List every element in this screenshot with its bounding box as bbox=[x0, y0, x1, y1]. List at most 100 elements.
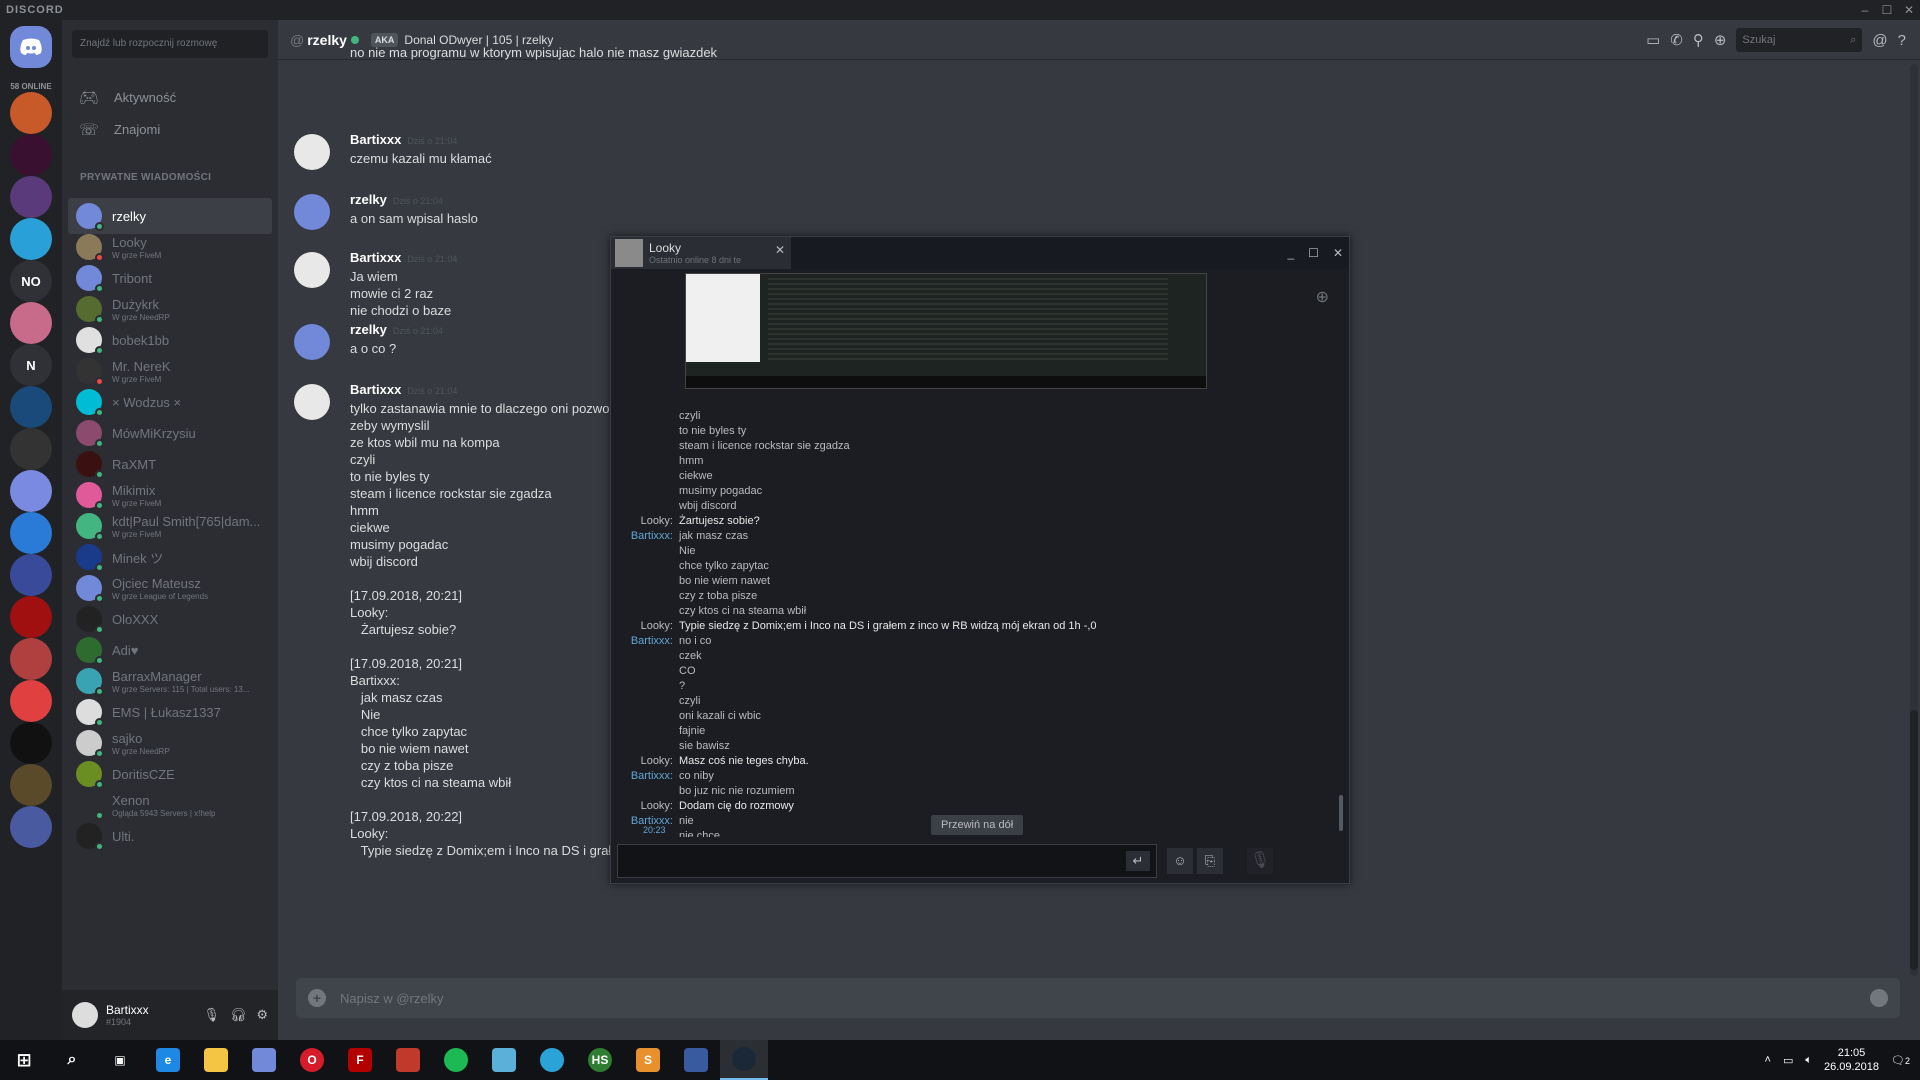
gear-icon[interactable]: ⚙ bbox=[256, 1007, 268, 1023]
minimize-icon[interactable]: – bbox=[1854, 3, 1876, 17]
upload-icon[interactable]: + bbox=[308, 989, 326, 1007]
scrollbar-thumb[interactable] bbox=[1910, 710, 1918, 970]
steam-message-sender[interactable]: Looky: bbox=[611, 514, 679, 529]
telegram-icon[interactable] bbox=[528, 1040, 576, 1080]
network-icon[interactable]: ▭ bbox=[1783, 1054, 1793, 1067]
emoji-icon[interactable] bbox=[1870, 989, 1888, 1007]
phone-icon[interactable]: ✆ bbox=[1670, 31, 1683, 49]
maximize-icon[interactable]: ☐ bbox=[1308, 246, 1319, 260]
help-icon[interactable]: ? bbox=[1898, 32, 1906, 49]
close-icon[interactable]: ✕ bbox=[1898, 3, 1920, 17]
steam-message-sender[interactable]: Bartixxx: bbox=[611, 769, 679, 784]
server-icon[interactable] bbox=[10, 680, 52, 722]
video-call-icon[interactable]: ▭ bbox=[1646, 31, 1660, 49]
emoji-icon[interactable]: ☺ bbox=[1167, 848, 1193, 874]
app-icon[interactable] bbox=[384, 1040, 432, 1080]
app-icon[interactable]: HS bbox=[576, 1040, 624, 1080]
search-icon[interactable]: ⌕ bbox=[48, 1040, 96, 1080]
server-icon[interactable] bbox=[10, 134, 52, 176]
server-icon[interactable] bbox=[10, 218, 52, 260]
steam-message-sender[interactable] bbox=[611, 694, 679, 709]
filezilla-icon[interactable]: F bbox=[336, 1040, 384, 1080]
steam-message-sender[interactable] bbox=[611, 649, 679, 664]
steam-message-input[interactable]: ↵ bbox=[617, 844, 1157, 878]
steam-message-sender[interactable] bbox=[611, 784, 679, 799]
steam-message-sender[interactable] bbox=[611, 679, 679, 694]
server-icon[interactable]: NO bbox=[10, 260, 52, 302]
steam-message-sender[interactable]: Looky: bbox=[611, 754, 679, 769]
nav-friends[interactable]: ☏ Znajomi bbox=[68, 112, 272, 146]
steam-message-sender[interactable] bbox=[611, 409, 679, 424]
headphones-icon[interactable]: 🎧︎ bbox=[230, 1007, 247, 1023]
pin-icon[interactable]: ⚲ bbox=[1693, 31, 1704, 49]
jump-to-bottom-button[interactable]: Przewiń na dół bbox=[931, 815, 1024, 835]
dm-search-input[interactable]: Znajdź lub rozpocznij rozmowę bbox=[72, 30, 268, 58]
steam-message-sender[interactable]: Bartixxx: bbox=[611, 634, 679, 649]
mentions-icon[interactable]: @ bbox=[1872, 32, 1887, 49]
nav-activity[interactable]: 🎮︎ Aktywność bbox=[68, 80, 272, 114]
scrollbar-thumb[interactable] bbox=[1339, 795, 1343, 831]
server-icon[interactable] bbox=[10, 512, 52, 554]
add-friend-icon[interactable]: ⊕ bbox=[1714, 31, 1727, 49]
server-icon[interactable] bbox=[10, 764, 52, 806]
maximize-icon[interactable]: ☐ bbox=[1876, 3, 1898, 17]
steam-message-sender[interactable] bbox=[611, 724, 679, 739]
avatar[interactable] bbox=[72, 1002, 98, 1028]
opera-icon[interactable]: O bbox=[288, 1040, 336, 1080]
steam-message-sender[interactable] bbox=[611, 589, 679, 604]
avatar[interactable] bbox=[294, 134, 330, 170]
spotify-icon[interactable] bbox=[432, 1040, 480, 1080]
steam-message-sender[interactable] bbox=[611, 439, 679, 454]
steam-message-sender[interactable] bbox=[611, 709, 679, 724]
chevron-up-icon[interactable]: ˄ bbox=[1765, 1054, 1771, 1066]
server-icon[interactable] bbox=[10, 92, 52, 134]
send-icon[interactable]: ↵ bbox=[1126, 851, 1150, 871]
steam-message-sender[interactable] bbox=[611, 484, 679, 499]
screenshot-image[interactable] bbox=[685, 273, 1207, 389]
message-author[interactable]: Bartixxx bbox=[350, 132, 401, 147]
message-author[interactable]: rzelky bbox=[350, 192, 387, 207]
app-icon[interactable] bbox=[240, 1040, 288, 1080]
avatar[interactable] bbox=[294, 194, 330, 230]
message-author[interactable]: Bartixxx bbox=[350, 382, 401, 397]
message-composer[interactable]: + Napisz w @rzelky bbox=[296, 978, 1900, 1018]
steam-message-sender[interactable]: Looky: bbox=[611, 799, 679, 814]
steam-message-sender[interactable] bbox=[611, 739, 679, 754]
steam-message-sender[interactable] bbox=[611, 574, 679, 589]
steam-message-sender[interactable] bbox=[611, 454, 679, 469]
steam-message-sender[interactable] bbox=[611, 499, 679, 514]
minimize-icon[interactable]: _ bbox=[1287, 246, 1294, 260]
steam-icon[interactable] bbox=[720, 1040, 768, 1080]
file-explorer-icon[interactable] bbox=[192, 1040, 240, 1080]
avatar[interactable] bbox=[294, 384, 330, 420]
server-icon[interactable] bbox=[10, 554, 52, 596]
steam-chat-tab[interactable]: Looky Ostatnio online 8 dni te ✕ bbox=[611, 237, 791, 269]
search-input[interactable]: Szukaj ⌕ bbox=[1736, 28, 1863, 52]
steam-message-sender[interactable] bbox=[611, 544, 679, 559]
steam-message-sender[interactable]: Bartixxx: bbox=[611, 529, 679, 544]
message-author[interactable]: rzelky bbox=[350, 322, 387, 337]
close-tab-icon[interactable]: ✕ bbox=[775, 243, 785, 257]
attachment-icon[interactable]: ⎘ bbox=[1197, 848, 1223, 874]
server-icon[interactable] bbox=[10, 470, 52, 512]
message-author[interactable]: Bartixxx bbox=[350, 250, 401, 265]
server-icon[interactable] bbox=[10, 428, 52, 470]
server-icon[interactable] bbox=[10, 806, 52, 848]
microphone-icon[interactable]: 🎙︎ bbox=[203, 1007, 220, 1023]
volume-icon[interactable]: 🔈︎ bbox=[1805, 1054, 1812, 1067]
server-icon[interactable] bbox=[10, 722, 52, 764]
avatar[interactable] bbox=[294, 324, 330, 360]
avatar[interactable] bbox=[294, 252, 330, 288]
server-icon[interactable] bbox=[10, 176, 52, 218]
app-icon[interactable] bbox=[672, 1040, 720, 1080]
windows-start-icon[interactable]: ⊞ bbox=[0, 1040, 48, 1080]
server-icon[interactable]: N bbox=[10, 344, 52, 386]
sublime-icon[interactable]: S bbox=[624, 1040, 672, 1080]
steam-message-sender[interactable] bbox=[611, 559, 679, 574]
server-icon[interactable] bbox=[10, 386, 52, 428]
steam-message-sender[interactable] bbox=[611, 424, 679, 439]
dm-item[interactable]: Ulti. bbox=[68, 818, 272, 854]
steam-message-sender[interactable] bbox=[611, 469, 679, 484]
server-icon[interactable] bbox=[10, 302, 52, 344]
discord-home-icon[interactable] bbox=[10, 26, 52, 68]
